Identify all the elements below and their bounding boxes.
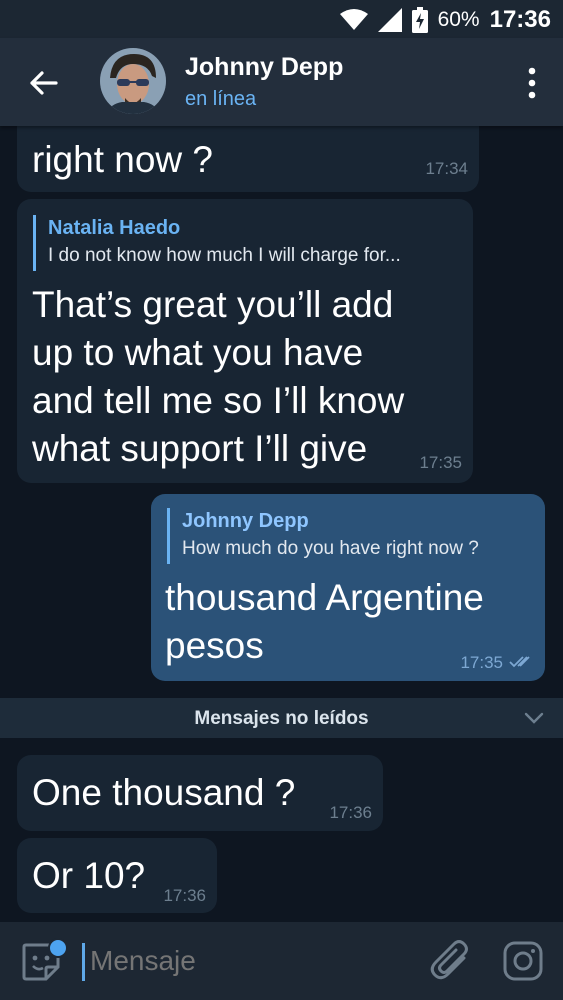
incoming-message[interactable]: Or 10? 17:36 (17, 838, 217, 913)
message-list[interactable]: right now ? 17:34 Natalia Haedo I do not… (0, 126, 563, 922)
incoming-message[interactable]: Natalia Haedo I do not know how much I w… (17, 199, 473, 483)
message-time: 17:36 (329, 803, 372, 822)
battery-charging-icon (411, 7, 428, 33)
message-line: up to what you have (32, 332, 364, 373)
reply-snippet: How much do you have right now ? (182, 538, 479, 559)
signal-icon (377, 8, 402, 32)
message-line: One thousand ? (32, 772, 296, 813)
chat-header: Johnny Depp en línea (0, 38, 563, 126)
message-line: That’s great you’ll add (32, 284, 394, 325)
reply-author: Johnny Depp (182, 510, 309, 532)
new-sticker-badge (48, 938, 68, 958)
message-time: 17:35 (419, 453, 462, 472)
chat-title[interactable]: Johnny Depp (185, 53, 343, 82)
message-line: right now ? (32, 139, 213, 180)
back-arrow-icon[interactable] (26, 66, 60, 100)
reply-author: Natalia Haedo (48, 217, 181, 239)
more-vert-icon[interactable] (527, 66, 537, 100)
message-text: thousand Argentine pesos (165, 574, 484, 670)
incoming-message[interactable]: One thousand ? 17:36 (17, 755, 383, 831)
online-status: en línea (185, 88, 257, 110)
outgoing-message[interactable]: Johnny Depp How much do you have right n… (151, 494, 545, 681)
avatar[interactable] (100, 48, 166, 114)
incoming-message[interactable]: right now ? 17:34 (17, 126, 479, 192)
status-icons: 60% 17:36 (339, 4, 551, 36)
unread-label: Mensajes no leídos (194, 708, 369, 729)
clock: 17:36 (489, 6, 551, 33)
message-text: right now ? (32, 136, 213, 184)
message-line: thousand Argentine (165, 577, 484, 618)
status-bar: 60% 17:36 (0, 0, 563, 38)
message-line: Or 10? (32, 855, 146, 896)
chevron-down-icon[interactable] (523, 708, 545, 728)
text-caret (82, 943, 85, 981)
message-line: and tell me so I’ll know (32, 380, 405, 421)
message-line: pesos (165, 625, 264, 666)
message-time: 17:34 (425, 159, 468, 178)
double-check-icon (509, 656, 530, 668)
instagram-camera-icon[interactable] (502, 940, 544, 982)
message-line: what support I’ll give (32, 428, 368, 469)
avatar-portrait-icon (100, 48, 166, 114)
message-time: 17:35 (460, 653, 503, 672)
unread-divider: Mensajes no leídos (0, 698, 563, 738)
message-text: That’s great you’ll add up to what you h… (32, 281, 404, 473)
reply-quote[interactable]: Johnny Depp How much do you have right n… (167, 508, 479, 564)
composer (0, 922, 563, 1000)
message-input[interactable] (90, 945, 390, 977)
message-text: Or 10? (32, 852, 145, 900)
wifi-icon (339, 9, 368, 30)
message-time: 17:36 (163, 886, 206, 905)
attach-paperclip-icon[interactable] (430, 938, 474, 984)
message-text: One thousand ? (32, 769, 295, 817)
reply-quote[interactable]: Natalia Haedo I do not know how much I w… (33, 215, 401, 271)
battery-percent: 60% (437, 8, 480, 31)
reply-snippet: I do not know how much I will charge for… (48, 245, 401, 266)
